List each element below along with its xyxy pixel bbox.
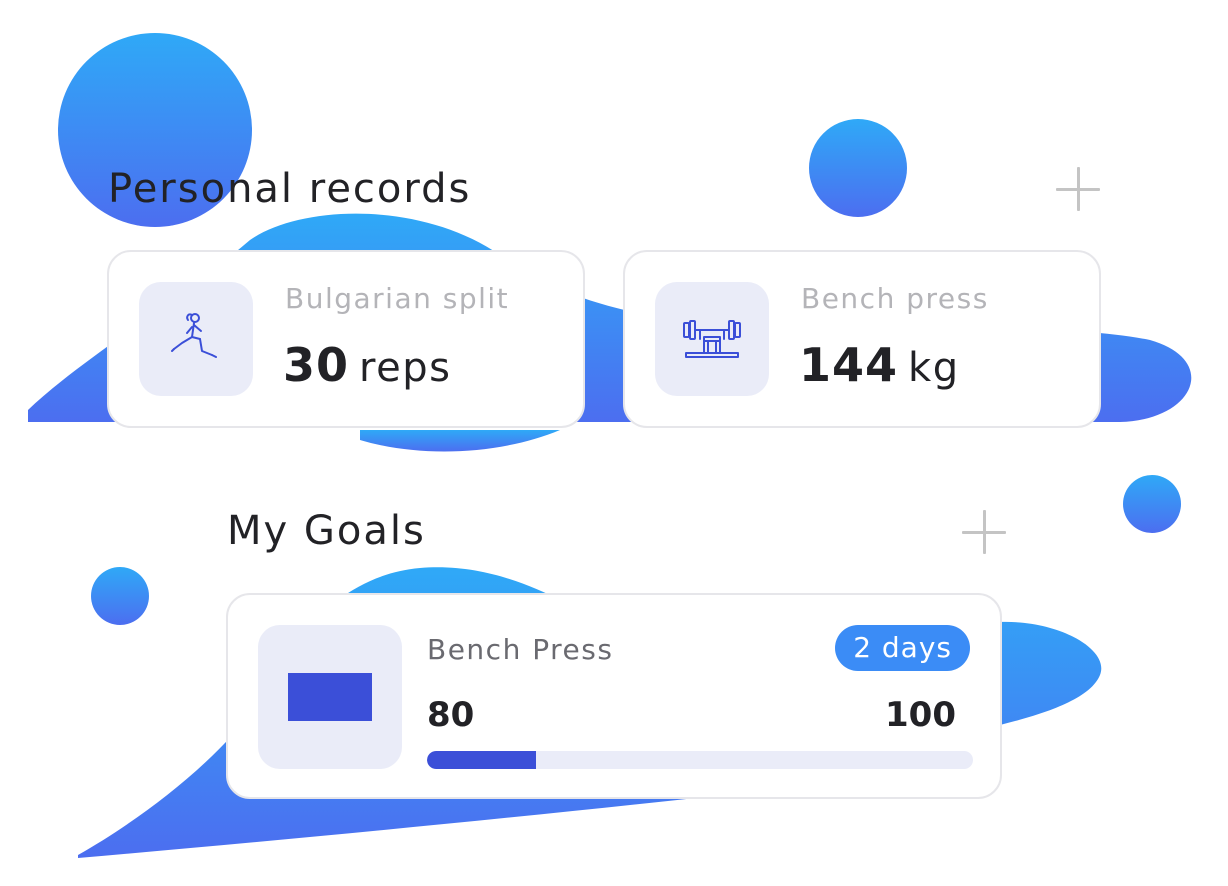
record-unit: kg — [908, 345, 960, 391]
goal-target-value: 100 — [885, 695, 956, 735]
add-record-button[interactable] — [1056, 167, 1100, 211]
record-card-bulgarian-split[interactable]: Bulgarian split 30 reps — [107, 250, 585, 428]
goal-current-value: 80 — [427, 695, 475, 735]
my-goals-title: My Goals — [227, 508, 426, 554]
goal-name: Bench Press — [427, 633, 614, 666]
goal-deadline-badge: 2 days — [835, 625, 970, 671]
goal-icon-box — [258, 625, 402, 769]
goal-thumbnail-icon — [288, 673, 372, 721]
circle-shape — [809, 119, 907, 217]
bench-press-icon — [683, 320, 741, 358]
record-name: Bench press — [801, 282, 989, 315]
record-value: 144 kg — [799, 338, 960, 392]
lunge-exercise-icon — [171, 313, 217, 358]
record-number: 30 — [283, 338, 350, 392]
record-value: 30 reps — [283, 338, 451, 392]
record-icon-box — [139, 282, 253, 396]
goal-card-bench-press[interactable]: Bench Press 2 days 80 100 — [226, 593, 1002, 799]
record-icon-box — [655, 282, 769, 396]
personal-records-title: Personal records — [108, 166, 472, 212]
record-unit: reps — [359, 345, 452, 391]
blob-shape — [360, 430, 560, 452]
record-number: 144 — [799, 338, 899, 392]
add-goal-button[interactable] — [962, 510, 1006, 554]
circle-shape — [1123, 475, 1181, 533]
record-name: Bulgarian split — [285, 282, 510, 315]
circle-shape — [91, 567, 149, 625]
record-card-bench-press[interactable]: Bench press 144 kg — [623, 250, 1101, 428]
goal-progress-fill — [427, 751, 537, 769]
goal-progress-bar — [427, 751, 973, 769]
